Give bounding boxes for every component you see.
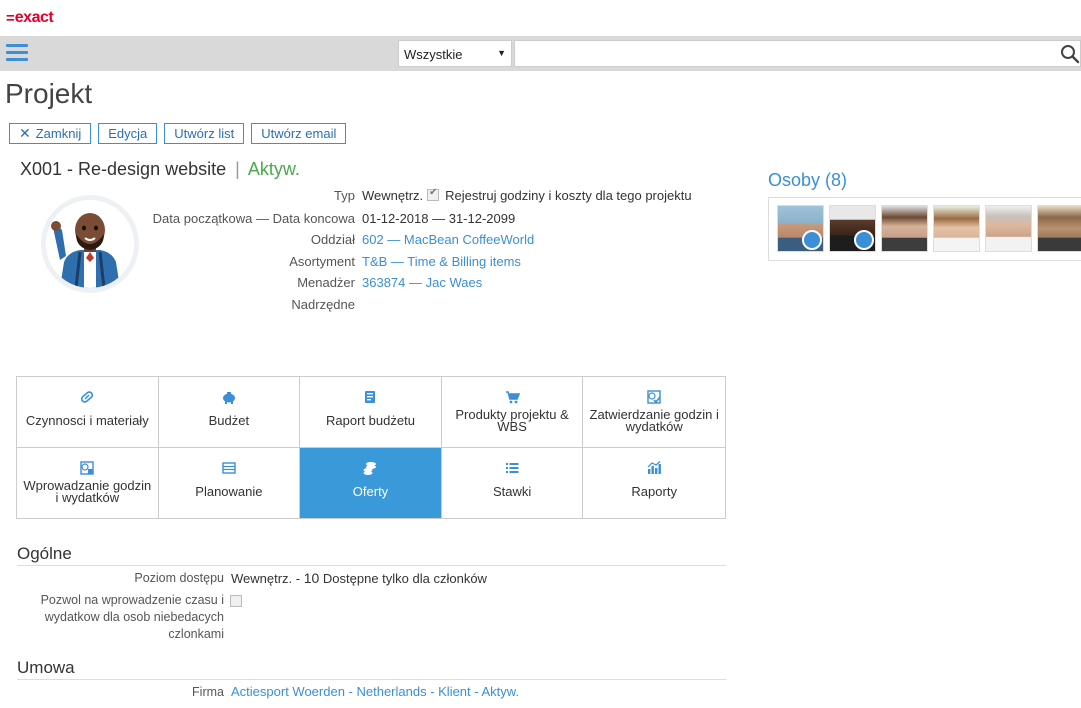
field-label: Oddział xyxy=(310,232,355,247)
piggy-bank-icon xyxy=(222,391,235,404)
field-row-dates: Data początkowa — Data koncowa 01-12-201… xyxy=(0,211,760,231)
person-thumbnail[interactable] xyxy=(829,205,876,252)
header-separator: | xyxy=(235,159,240,179)
bar-chart-icon xyxy=(647,461,662,474)
report-book-icon xyxy=(365,391,376,403)
close-icon: ✕ xyxy=(19,125,31,141)
field-value: 01-12-2018 — 31-12-2099 xyxy=(362,211,516,226)
tile-budget[interactable]: Budżet xyxy=(158,377,301,448)
allow-nonmembers-label: Pozwol na wprowadzenie czasu i wydatkow … xyxy=(0,592,224,643)
field-row-division: Oddział 602 — MacBean CoffeeWorld xyxy=(0,232,760,252)
page-title: Projekt xyxy=(5,78,93,109)
search-scope-select[interactable]: Wszystkie ▼ xyxy=(398,40,512,67)
company-link[interactable]: Actiesport Woerden - Netherlands - Klien… xyxy=(231,684,519,699)
tile-label: Wprowadzanie godzin i wydatków xyxy=(23,477,152,505)
tile-label: Produkty projektu & WBS xyxy=(455,407,569,434)
project-tiles-grid: Czynnosci i materiały Budżet Raport budż… xyxy=(16,376,726,519)
tile-activities-materials[interactable]: Czynnosci i materiały xyxy=(17,377,159,448)
rates-list-icon xyxy=(505,462,519,473)
type-value: Wewnętrz. xyxy=(362,188,424,203)
tile-label: Raporty xyxy=(631,483,677,499)
dropdown-arrow-icon: ▼ xyxy=(497,48,506,58)
close-button[interactable]: ✕ Zamknij xyxy=(9,123,92,144)
enter-clock-icon xyxy=(80,460,94,475)
project-code-name: X001 - Re-design website xyxy=(20,159,227,179)
exact-logo[interactable]: = exact xyxy=(6,8,54,28)
person-role-icon xyxy=(802,230,822,250)
persons-panel xyxy=(768,197,1081,261)
tile-planning[interactable]: Planowanie xyxy=(159,447,301,518)
division-link[interactable]: 602 — MacBean CoffeeWorld xyxy=(362,232,534,247)
tile-budget-report[interactable]: Raport budżetu xyxy=(300,377,442,448)
person-thumbnail[interactable] xyxy=(933,205,980,252)
planning-list-icon xyxy=(222,461,236,474)
register-hours-checkbox[interactable] xyxy=(427,187,440,201)
field-label: Data początkowa — Data koncowa xyxy=(152,211,355,226)
field-row-manager: Menadżer 363874 — Jac Waes xyxy=(0,275,760,295)
create-letter-button[interactable]: Utwórz list xyxy=(164,123,245,144)
field-label: Menadżer xyxy=(297,275,355,290)
field-value: Wewnętrz. Rejestruj godziny i koszty dla … xyxy=(362,187,692,203)
manager-link[interactable]: 363874 — Jac Waes xyxy=(362,275,482,290)
action-toolbar: ✕ Zamknij Edycja Utwórz list Utwórz emai… xyxy=(9,123,347,144)
tile-project-products-wbs[interactable]: Produkty projektu & WBS xyxy=(441,377,584,448)
allow-label-line: czlonkami xyxy=(168,627,224,641)
access-level-value: Wewnętrz. - 10 Dostępne tylko dla członk… xyxy=(231,570,487,586)
allow-label-line: Pozwol na wprowadzenie czasu i xyxy=(40,593,224,607)
section-title-contract: Umowa xyxy=(17,658,75,677)
person-thumbnail[interactable] xyxy=(777,205,824,252)
tile-label: Czynnosci i materiały xyxy=(25,413,149,428)
search-input[interactable] xyxy=(514,40,1081,67)
access-level-text: Wewnętrz. - xyxy=(231,571,304,586)
field-label: Asortyment xyxy=(289,254,355,269)
approve-clock-icon xyxy=(647,390,661,404)
access-level-description: Dostępne tylko dla członków xyxy=(319,571,487,586)
allow-nonmembers-checkbox[interactable] xyxy=(230,595,242,607)
register-hours-label: Rejestruj godziny i koszty dla tego proj… xyxy=(445,188,692,203)
close-button-label: Zamknij xyxy=(35,126,82,141)
field-label: Typ xyxy=(334,188,355,203)
field-row-assortment: Asortyment T&B — Time & Billing items xyxy=(0,254,760,274)
tile-label: Oferty xyxy=(352,483,389,499)
tile-label: Raport budżetu xyxy=(326,413,415,428)
tile-label: Budżet xyxy=(208,413,250,428)
logo-symbol: = xyxy=(6,9,15,27)
tile-rates[interactable]: Stawki xyxy=(442,447,584,518)
field-row-type: Typ Wewnętrz. Rejestruj godziny i koszty … xyxy=(0,187,760,208)
tile-label: Stawki xyxy=(492,483,532,499)
section-divider xyxy=(17,679,726,680)
persons-title[interactable]: Osoby (8) xyxy=(768,170,847,191)
allow-label-line: wydatkow dla osob niebedacych xyxy=(44,610,224,624)
assortment-link[interactable]: T&B — Time & Billing items xyxy=(362,254,521,269)
cart-icon xyxy=(505,390,520,403)
person-thumbnail[interactable] xyxy=(985,205,1032,252)
tile-label: Planowanie xyxy=(195,483,263,499)
tile-offers[interactable]: Oferty xyxy=(300,447,442,518)
tile-enter-hours-expenses[interactable]: Wprowadzanie godzin i wydatków xyxy=(17,447,159,518)
search-icon[interactable] xyxy=(1060,44,1080,64)
search-scope-value: Wszystkie xyxy=(404,47,463,62)
company-label: Firma xyxy=(192,685,224,699)
logo-text: exact xyxy=(14,9,54,26)
pill-icon xyxy=(81,391,94,403)
section-divider xyxy=(17,565,726,566)
section-title-general: Ogólne xyxy=(17,544,72,563)
person-thumbnail[interactable] xyxy=(1037,205,1081,252)
field-row-parent: Nadrzędne xyxy=(0,297,760,317)
project-header: X001 - Re-design website | Aktyw. xyxy=(20,159,300,180)
tile-reports[interactable]: Raporty xyxy=(583,448,725,519)
field-label: Nadrzędne xyxy=(291,297,355,312)
edit-button[interactable]: Edycja xyxy=(98,123,158,144)
tile-label: Zatwierdzanie godzin i wydatków xyxy=(589,407,719,434)
access-level-label: Poziom dostępu xyxy=(134,571,224,585)
hamburger-menu-icon[interactable] xyxy=(6,44,28,62)
create-email-button[interactable]: Utwórz email xyxy=(251,123,347,144)
coins-icon xyxy=(363,461,377,475)
person-thumbnail[interactable] xyxy=(881,205,928,252)
person-briefcase-icon xyxy=(854,230,874,250)
tile-approve-hours-expenses[interactable]: Zatwierdzanie godzin i wydatków xyxy=(583,377,725,448)
status-badge: Aktyw. xyxy=(247,159,300,179)
access-level-code: 10 xyxy=(303,570,320,586)
